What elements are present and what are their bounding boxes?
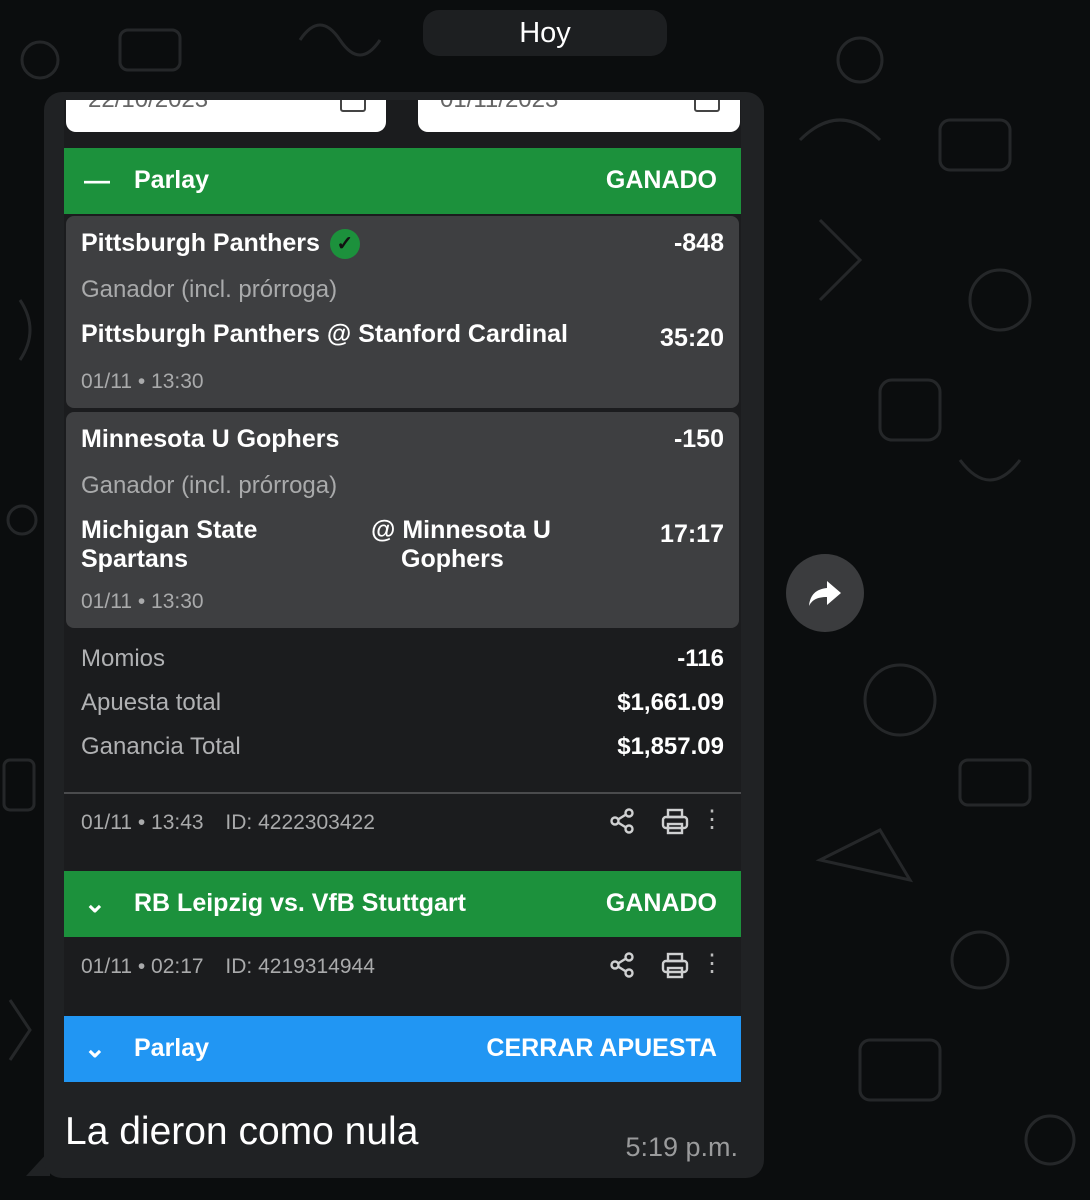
event-away: @ Stanford Cardinal xyxy=(326,320,568,348)
date-to-value: 01/11/2023 xyxy=(440,100,558,114)
more-vertical-icon[interactable]: ⋮ xyxy=(700,806,724,833)
event-score: 35:20 xyxy=(660,324,724,352)
parlay-leg: Pittsburgh Panthers ✓ -848 Ganador (incl.… xyxy=(66,216,739,408)
selection-odds: -848 xyxy=(673,229,724,257)
date-from-field: 22/10/2023 xyxy=(66,100,386,132)
date-from-value: 22/10/2023 xyxy=(88,100,208,114)
market-name: Ganador (incl. prórroga) xyxy=(81,276,338,303)
bet-footer: 01/11 • 02:17 ID: 4219314944 ⋮ xyxy=(81,950,724,979)
calendar-icon xyxy=(340,100,366,112)
bet-title: RB Leipzig vs. VfB Stuttgart xyxy=(134,889,466,917)
profit-row: Ganancia Total $1,857.09 xyxy=(81,733,724,761)
print-icon[interactable] xyxy=(660,807,690,835)
share-icon[interactable] xyxy=(608,807,636,835)
event-home: Michigan State Spartans xyxy=(81,516,257,574)
forward-icon xyxy=(809,581,841,606)
collapse-icon: — xyxy=(84,165,110,195)
selection-team: Pittsburgh Panthers ✓ xyxy=(81,229,360,260)
profit-value: $1,857.09 xyxy=(617,733,724,760)
event-time: 01/11 • 13:30 xyxy=(81,590,204,613)
bet-header-parlay-open[interactable]: ⌄ Parlay CERRAR APUESTA xyxy=(64,1016,741,1082)
date-divider: Hoy xyxy=(423,10,667,56)
bet-id: ID: 4222303422 xyxy=(225,811,375,834)
event-home: Pittsburgh Panthers xyxy=(81,320,320,348)
bet-placed-time: 01/11 • 02:17 xyxy=(81,955,204,978)
message-time: 5:19 p.m. xyxy=(625,1132,738,1162)
stake-value: $1,661.09 xyxy=(617,689,724,716)
divider xyxy=(64,792,741,794)
check-circle-icon: ✓ xyxy=(329,229,360,260)
bet-header-single-won[interactable]: ⌄ RB Leipzig vs. VfB Stuttgart GANADO xyxy=(64,871,741,937)
odds-label: Momios xyxy=(81,645,166,672)
parlay-leg: Minnesota U Gophers -150 Ganador (incl. … xyxy=(66,412,739,628)
bet-status: GANADO xyxy=(605,889,717,917)
chevron-down-icon: ⌄ xyxy=(84,888,106,918)
forward-button[interactable] xyxy=(786,554,864,632)
event-away: @ Minnesota U Gophers xyxy=(371,516,551,574)
odds-row: Momios -116 xyxy=(81,645,724,673)
bet-history-screenshot[interactable]: 22/10/2023 01/11/2023 — Parlay GANADO Pi… xyxy=(64,100,741,1082)
bet-header-parlay-won[interactable]: — Parlay GANADO xyxy=(64,148,741,214)
event-name: Pittsburgh Panthers @ Stanford Cardinal xyxy=(81,320,568,349)
event-away-line2: Gophers xyxy=(401,545,504,573)
market-name: Ganador (incl. prórroga) xyxy=(81,472,338,499)
stake-row: Apuesta total $1,661.09 xyxy=(81,689,724,717)
bet-status: GANADO xyxy=(605,166,717,194)
bet-footer: 01/11 • 13:43 ID: 4222303422 ⋮ xyxy=(81,806,724,835)
selection-odds: -150 xyxy=(673,425,724,453)
stake-label: Apuesta total xyxy=(81,689,222,716)
event-home-line1: Michigan State xyxy=(81,516,258,544)
selection-team: Minnesota U Gophers xyxy=(81,425,340,453)
cash-out-button[interactable]: CERRAR APUESTA xyxy=(486,1034,717,1063)
bet-placed-time: 01/11 • 13:43 xyxy=(81,811,204,834)
bet-title: Parlay xyxy=(134,1034,210,1062)
share-icon[interactable] xyxy=(608,951,636,979)
message-caption: La dieron como nula xyxy=(65,1110,419,1153)
selection-team-label: Pittsburgh Panthers xyxy=(81,229,320,257)
more-vertical-icon[interactable]: ⋮ xyxy=(700,950,724,977)
odds-value: -116 xyxy=(677,645,724,672)
date-to-field: 01/11/2023 xyxy=(418,100,740,132)
print-icon[interactable] xyxy=(660,951,690,979)
bet-id: ID: 4219314944 xyxy=(225,955,375,978)
profit-label: Ganancia Total xyxy=(81,733,241,760)
event-time: 01/11 • 13:30 xyxy=(81,370,204,393)
event-home-line2: Spartans xyxy=(81,545,188,573)
bet-actions: ⋮ xyxy=(590,805,724,835)
event-away-line1: @ Minnesota U xyxy=(371,516,551,544)
chevron-down-icon: ⌄ xyxy=(84,1033,106,1063)
bet-title: Parlay xyxy=(134,166,210,194)
calendar-icon xyxy=(694,100,720,112)
event-score: 17:17 xyxy=(660,520,724,548)
bet-actions: ⋮ xyxy=(590,949,724,979)
